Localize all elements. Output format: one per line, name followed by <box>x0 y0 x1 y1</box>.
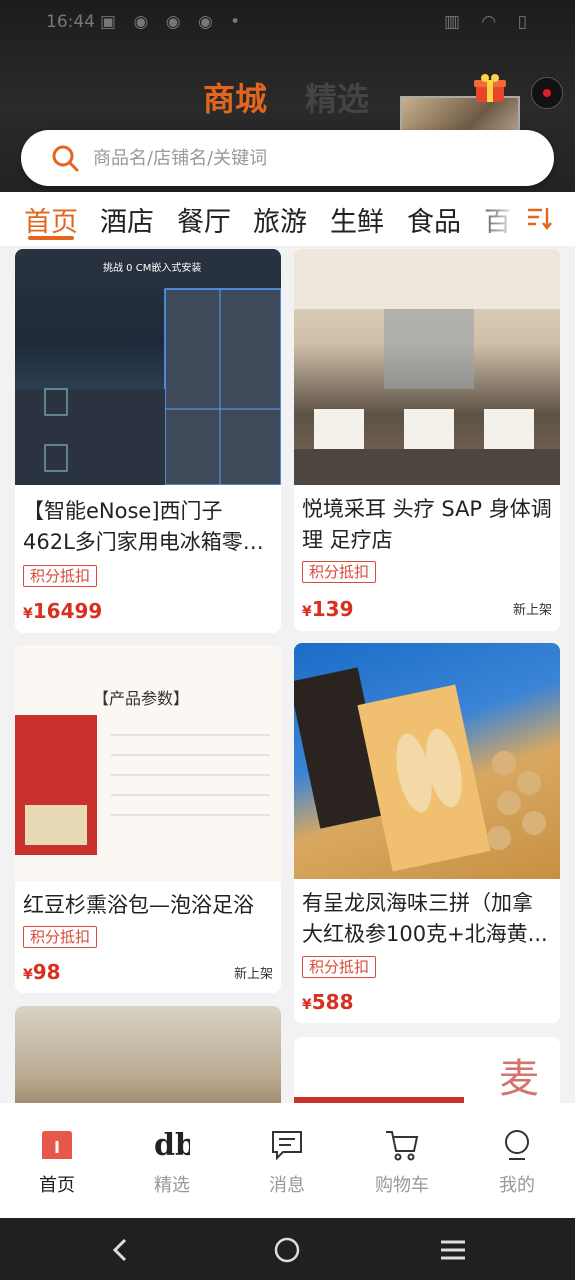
product-image <box>294 249 560 485</box>
category-travel[interactable]: 旅游 <box>253 200 307 239</box>
menu-icon[interactable] <box>438 1235 468 1265</box>
product-price: ¥588 <box>302 990 354 1014</box>
search-bar[interactable] <box>21 130 554 186</box>
status-system-icons: ▥ ◠ ▯ <box>443 12 535 32</box>
cart-icon <box>386 1131 419 1161</box>
nav-home-label: 首页 <box>39 1175 75 1196</box>
points-badge: 积分抵扣 <box>23 565 98 587</box>
tab-mall[interactable]: 商城 <box>203 74 267 120</box>
new-arrival-tag: 新上架 <box>233 967 273 982</box>
points-badge: 积分抵扣 <box>302 561 377 583</box>
product-card[interactable]: 有呈龙凤海味三拼（加拿大红极参100克+北海黄... 积分抵扣 ¥588 <box>294 643 560 1023</box>
product-image-caption: 【产品参数】 <box>93 689 190 708</box>
category-active-indicator <box>28 236 74 240</box>
status-time: 16:44 <box>46 12 95 32</box>
product-image-caption: 挑战 0 CM嵌入式安装 <box>103 263 202 274</box>
new-arrival-tag: 新上架 <box>512 603 552 618</box>
bottom-navigation: 首页 db 精选 消息 购物车 我的 <box>0 1103 575 1218</box>
product-image: 【产品参数】 <box>15 645 281 881</box>
product-card[interactable]: 悦境采耳 头疗 SAP 身体调理 足疗店 积分抵扣 ¥139 新上架 <box>294 249 560 631</box>
nav-messages[interactable]: 消息 <box>247 1127 327 1197</box>
nav-featured-label: 精选 <box>154 1175 190 1196</box>
home-circle-icon[interactable] <box>272 1235 302 1265</box>
category-tabs: 首页 酒店 餐厅 旅游 生鲜 食品 百 <box>0 192 575 246</box>
svg-text:db: db <box>154 1128 190 1163</box>
record-icon[interactable] <box>531 77 563 109</box>
nav-messages-label: 消息 <box>269 1175 305 1196</box>
category-fresh[interactable]: 生鲜 <box>330 200 384 239</box>
product-title: 红豆杉熏浴包—泡浴足浴 <box>23 893 254 917</box>
product-price: ¥98 <box>23 960 61 984</box>
sort-icon[interactable] <box>525 204 553 232</box>
points-badge: 积分抵扣 <box>23 926 98 948</box>
back-icon[interactable] <box>106 1235 136 1265</box>
product-card[interactable]: 【产品参数】 红豆杉熏浴包—泡浴足浴 积分抵扣 ¥98 新上架 <box>15 645 281 993</box>
search-icon <box>52 145 79 172</box>
product-card[interactable]: 挑战 0 CM嵌入式安装 【智能eNose]西门子462L多门家用电冰箱零度保鲜… <box>15 249 281 633</box>
nav-profile[interactable]: 我的 <box>477 1127 557 1197</box>
status-notification-icons: ▣ ◉ ◉ ◉ • <box>100 12 247 32</box>
product-title: 【智能eNose]西门子462L多门家用电冰箱零度保鲜恒... <box>23 499 264 554</box>
gift-icon[interactable] <box>474 74 506 104</box>
message-icon <box>272 1131 302 1161</box>
product-title: 有呈龙凤海味三拼（加拿大红极参100克+北海黄... <box>302 891 548 946</box>
profile-icon <box>505 1130 529 1160</box>
nav-cart[interactable]: 购物车 <box>362 1127 442 1197</box>
product-price: ¥16499 <box>23 599 103 623</box>
system-navigation-bar <box>0 1218 575 1280</box>
category-home[interactable]: 首页 <box>24 200 78 239</box>
points-badge: 积分抵扣 <box>302 956 377 978</box>
product-price: ¥139 <box>302 597 354 621</box>
product-image <box>294 643 560 879</box>
search-input[interactable] <box>93 147 493 169</box>
nav-featured[interactable]: db 精选 <box>132 1127 212 1197</box>
category-restaurant[interactable]: 餐厅 <box>177 200 231 239</box>
category-food[interactable]: 食品 <box>407 200 461 239</box>
featured-icon: db <box>154 1128 190 1163</box>
product-image: 挑战 0 CM嵌入式安装 <box>15 249 281 486</box>
category-fade <box>470 192 575 246</box>
nav-home[interactable]: 首页 <box>17 1127 97 1197</box>
product-title: 悦境采耳 头疗 SAP 身体调理 足疗店 <box>302 497 552 552</box>
tab-featured[interactable]: 精选 <box>305 74 369 120</box>
status-bar: 16:44 ▣ ◉ ◉ ◉ • ▥ ◠ ▯ <box>0 0 575 48</box>
category-hotel[interactable]: 酒店 <box>100 200 154 239</box>
home-icon <box>42 1131 72 1159</box>
nav-profile-label: 我的 <box>499 1175 535 1196</box>
nav-cart-label: 购物车 <box>375 1175 429 1196</box>
svg-text:麦: 麦 <box>499 1056 539 1102</box>
